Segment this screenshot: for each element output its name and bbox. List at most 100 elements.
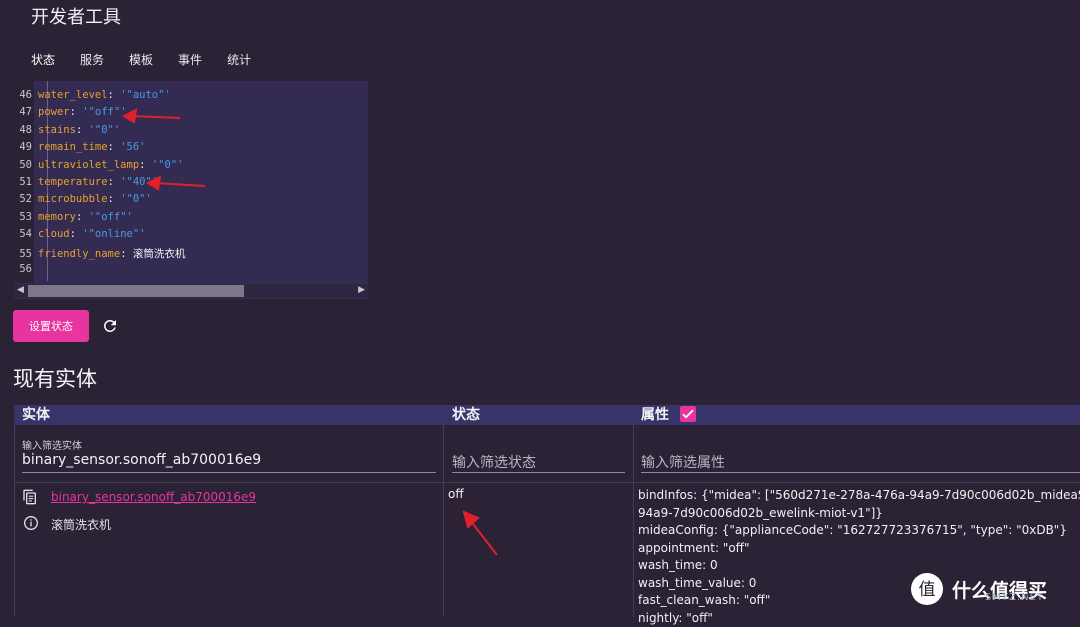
tab-events[interactable]: 事件 (178, 51, 202, 68)
code-line[interactable]: 48stains: '"0"' (14, 124, 120, 141)
code-line[interactable]: 55 friendly_name: 滚筒洗衣机 (14, 246, 185, 263)
tab-templates[interactable]: 模板 (129, 51, 153, 68)
attribute-line: wash_time: 0 (638, 557, 1080, 575)
editor-horizontal-scrollbar[interactable]: ◀ ▶ (14, 284, 368, 298)
yaml-key: water_level (38, 89, 108, 101)
col-state-header[interactable]: 状态 (452, 405, 480, 425)
yaml-colon: : (108, 176, 121, 188)
yaml-value: '56' (120, 141, 145, 153)
column-divider (443, 425, 444, 617)
row-divider (14, 482, 1080, 483)
code-line[interactable]: 50 ultraviolet_lamp: '"0"' (14, 159, 183, 176)
yaml-colon: : (108, 141, 121, 153)
code-line[interactable]: 52 microbubble: '"0"' (14, 193, 152, 210)
attribute-line: 94a9-7d90c006d02b_ewelink-miot-v1"]} (638, 505, 1080, 523)
line-number: 48 (14, 124, 32, 136)
watermark-subtext: SMYZ.NET (985, 592, 1044, 603)
clipboard-icon[interactable] (22, 489, 38, 505)
info-icon[interactable] (23, 515, 39, 531)
yaml-key: microbubble (38, 193, 108, 205)
attribute-line: mideaConfig: {"applianceCode": "16272772… (638, 522, 1080, 540)
line-number: 47 (14, 106, 32, 118)
entity-friendly-name: 滚筒洗衣机 (51, 516, 111, 533)
entity-state-value: off (448, 487, 464, 501)
line-number: 46 (14, 89, 32, 101)
col-attributes-header[interactable]: 属性 (641, 405, 669, 425)
line-number: 54 (14, 228, 32, 240)
entity-filter-underline (22, 472, 436, 473)
yaml-key: friendly_name (38, 248, 120, 260)
col-entity-header[interactable]: 实体 (22, 405, 50, 425)
yaml-colon: : (139, 159, 152, 171)
code-line[interactable]: 49 remain_time: '56' (14, 141, 146, 158)
tab-statistics[interactable]: 统计 (227, 51, 251, 68)
yaml-key: stains (38, 124, 76, 136)
annotation-arrow (470, 520, 497, 555)
column-divider (14, 425, 15, 617)
scroll-left-icon[interactable]: ◀ (17, 285, 24, 295)
yaml-value: 滚筒洗衣机 (133, 248, 186, 260)
yaml-key: ultraviolet_lamp (38, 159, 139, 171)
yaml-colon: : (70, 106, 83, 118)
yaml-colon: : (70, 228, 83, 240)
yaml-value: '"0"' (89, 124, 121, 136)
scroll-right-icon[interactable]: ▶ (358, 285, 365, 295)
entity-link[interactable]: binary_sensor.sonoff_ab700016e9 (51, 490, 256, 504)
line-number: 49 (14, 141, 32, 153)
code-line[interactable]: 47 power: '"off"' (14, 106, 127, 123)
yaml-value: '"auto"' (120, 89, 171, 101)
tab-state[interactable]: 状态 (31, 51, 55, 68)
yaml-key: temperature (38, 176, 108, 188)
yaml-value: '"0"' (120, 193, 152, 205)
yaml-colon: : (108, 89, 121, 101)
tab-services[interactable]: 服务 (80, 51, 104, 68)
annotation-arrowhead (464, 512, 478, 527)
yaml-key: remain_time (38, 141, 108, 153)
attribute-filter-input[interactable]: 输入筛选属性 (641, 452, 725, 472)
watermark-logo: 值 (910, 572, 944, 606)
attributes-checkbox[interactable] (680, 406, 696, 422)
attribute-filter-underline (641, 472, 1080, 473)
state-filter-input[interactable]: 输入筛选状态 (452, 452, 536, 472)
yaml-value: '"40"' (120, 176, 158, 188)
line-number: 53 (14, 211, 32, 223)
line-number: 51 (14, 176, 32, 188)
entity-filter-label: 输入筛选实体 (22, 437, 82, 452)
column-divider (633, 425, 634, 617)
state-attributes-editor[interactable]: 46water_level: '"auto"'47power: '"off"'4… (14, 81, 368, 299)
yaml-value: '"online"' (82, 228, 145, 240)
set-state-button[interactable]: 设置状态 (13, 310, 89, 342)
yaml-colon: : (120, 248, 133, 260)
attribute-line: appointment: "off" (638, 540, 1080, 558)
scrollbar-thumb[interactable] (28, 285, 244, 297)
watermark-logo-char: 值 (919, 580, 936, 600)
line-number: 56 (14, 263, 32, 275)
yaml-colon: : (108, 193, 121, 205)
tab-bar: 状态 服务 模板 事件 统计 (31, 51, 276, 68)
refresh-icon[interactable] (101, 317, 119, 335)
line-number: 55 (14, 248, 32, 260)
code-line[interactable]: 53 memory: '"off"' (14, 211, 133, 228)
yaml-key: memory (38, 211, 76, 223)
entity-attributes: bindInfos: {"midea": ["560d271e-278a-476… (638, 487, 1080, 627)
code-line[interactable]: 54 cloud: '"online"' (14, 228, 145, 245)
line-number: 52 (14, 193, 32, 205)
yaml-value: '"off"' (82, 106, 126, 118)
yaml-colon: : (76, 211, 89, 223)
attribute-line: nightly: "off" (638, 610, 1080, 627)
entity-filter-input[interactable]: binary_sensor.sonoff_ab700016e9 (22, 452, 261, 468)
line-number: 50 (14, 159, 32, 171)
yaml-key: cloud (38, 228, 70, 240)
code-line[interactable]: 51 temperature: '"40"' (14, 176, 158, 193)
yaml-value: '"off"' (89, 211, 133, 223)
table-header: 实体 状态 属性 (14, 405, 1080, 425)
attribute-line: bindInfos: {"midea": ["560d271e-278a-476… (638, 487, 1080, 505)
check-icon (680, 406, 696, 422)
code-line[interactable]: 56 (14, 263, 38, 280)
yaml-value: '"0"' (152, 159, 184, 171)
page-title: 开发者工具 (31, 3, 121, 29)
state-filter-underline (452, 472, 625, 473)
yaml-key: power (38, 106, 70, 118)
section-title: 现有实体 (13, 363, 97, 393)
code-line[interactable]: 46 water_level: '"auto"' (14, 89, 171, 106)
